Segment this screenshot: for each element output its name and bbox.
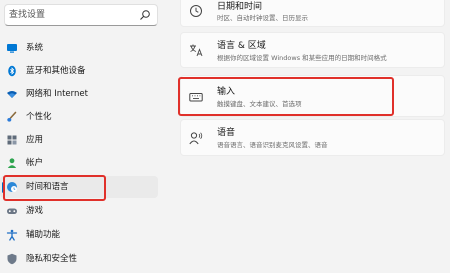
sidebar-item-label: 蓝牙和其他设备 <box>26 66 86 76</box>
card-subtitle: 触摸键盘、文本建议、首选项 <box>217 100 302 108</box>
sidebar-item-privacy[interactable]: 隐私和安全性 <box>0 248 158 270</box>
apps-icon <box>7 135 17 145</box>
language-icon <box>190 44 203 57</box>
card-subtitle: 时区、自动时钟设置、日历显示 <box>217 14 308 22</box>
sidebar-item-gaming[interactable]: 游戏 <box>0 200 158 222</box>
sidebar-item-label: 系统 <box>26 43 44 53</box>
shield-icon <box>7 253 17 265</box>
sidebar-item-apps[interactable]: 应用 <box>0 129 158 151</box>
card-title: 日期和时间 <box>217 2 263 12</box>
card-title: 输入 <box>217 87 236 97</box>
keyboard-icon <box>189 93 203 102</box>
selection-indicator <box>2 182 5 193</box>
sidebar-item-label: 隐私和安全性 <box>26 254 78 264</box>
sidebar-item-label: 辅助功能 <box>26 230 61 240</box>
account-icon <box>7 158 17 168</box>
card-language-region[interactable]: 语言 & 区域 根据你的区域设置 Windows 和某些应用的日期和时间格式 <box>180 32 445 68</box>
sidebar-item-time-language[interactable]: 时间和语言 <box>0 176 158 198</box>
card-title: 语言 & 区域 <box>217 41 266 51</box>
search-box[interactable] <box>4 4 158 26</box>
accessibility-icon <box>6 229 18 241</box>
sidebar-item-label: 应用 <box>26 135 44 145</box>
globe-clock-icon <box>7 182 17 192</box>
game-controller-icon <box>7 208 17 214</box>
sidebar-item-label: 时间和语言 <box>26 182 69 192</box>
sidebar-item-label: 网络和 Internet <box>26 89 88 99</box>
sidebar-item-label: 游戏 <box>26 206 44 216</box>
clock-icon <box>190 5 202 17</box>
card-subtitle: 根据你的区域设置 Windows 和某些应用的日期和时间格式 <box>217 54 387 62</box>
sidebar-item-accessibility[interactable]: 辅助功能 <box>0 224 158 246</box>
sidebar-item-personalization[interactable]: 个性化 <box>0 106 158 128</box>
sidebar-item-system[interactable]: 系统 <box>0 37 158 59</box>
card-input[interactable]: 输入 触摸键盘、文本建议、首选项 <box>180 75 445 117</box>
sidebar-item-label: 帐户 <box>26 158 44 168</box>
sidebar-item-network[interactable]: 网络和 Internet <box>0 83 158 105</box>
sidebar: 系统 蓝牙和其他设备 网络和 Internet 个性化 应用 <box>0 0 165 273</box>
bluetooth-icon <box>8 65 16 77</box>
card-subtitle: 语音语言、语音识别麦克风设置、语音 <box>217 141 328 149</box>
wifi-icon <box>7 91 17 98</box>
sidebar-item-label: 个性化 <box>26 112 52 122</box>
search-input[interactable] <box>9 6 133 24</box>
sidebar-item-accounts[interactable]: 帐户 <box>0 152 158 174</box>
card-date-time[interactable]: 日期和时间 时区、自动时钟设置、日历显示 <box>180 0 445 27</box>
card-speech[interactable]: 语音 语音语言、语音识别麦克风设置、语音 <box>180 119 445 156</box>
brush-icon <box>7 111 17 122</box>
speech-icon <box>189 132 203 145</box>
search-icon[interactable] <box>139 9 151 21</box>
system-icon <box>7 44 17 53</box>
card-title: 语音 <box>217 128 236 138</box>
sidebar-item-bluetooth[interactable]: 蓝牙和其他设备 <box>0 60 158 82</box>
